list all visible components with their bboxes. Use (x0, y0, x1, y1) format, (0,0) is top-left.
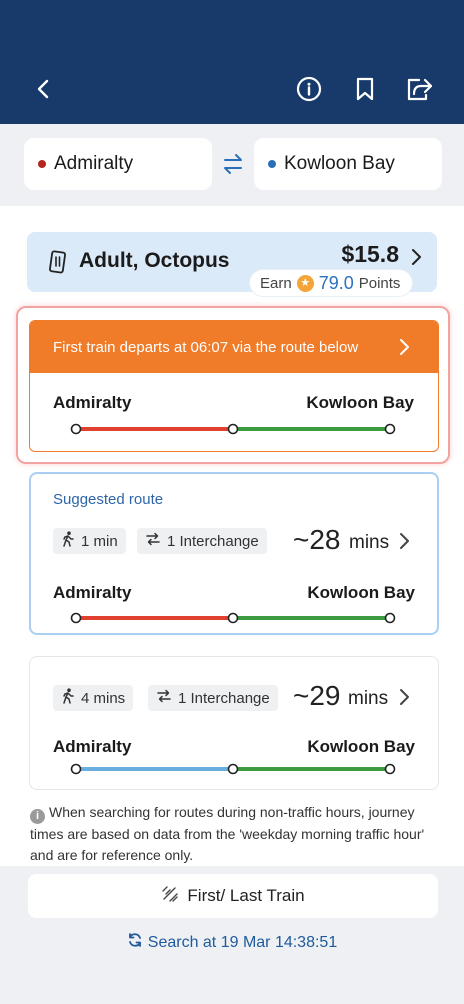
fare-price: $15.8 (341, 241, 399, 267)
walking-icon (61, 531, 75, 551)
points-label: Points (358, 274, 401, 292)
interchange-chip: 1 Interchange (148, 685, 278, 711)
first-last-label: First/ Last Train (187, 886, 305, 905)
route-line (70, 763, 396, 775)
train-clock-icon (161, 885, 179, 908)
journey-time-unit: mins (349, 532, 390, 553)
octopus-card-icon (47, 249, 69, 280)
reference-note: i When searching for routes during non-tr… (30, 802, 440, 866)
search-timestamp[interactable]: Search at 19 Mar 14:38:51 (0, 932, 464, 953)
interchange-count: 1 Interchange (178, 689, 270, 707)
first-train-banner[interactable]: First train departs at 06:07 via the rou… (30, 321, 438, 373)
star-icon: ★ (296, 274, 314, 292)
refresh-icon (127, 932, 143, 953)
first-train-card[interactable]: First train departs at 06:07 via the rou… (29, 320, 439, 452)
back-icon[interactable] (26, 72, 60, 106)
interchange-chip: 1 Interchange (137, 528, 267, 554)
points-value: 79.0 (318, 272, 354, 293)
bookmark-icon[interactable] (348, 72, 382, 106)
route-card-alt[interactable]: 4 mins 1 Interchange ~29 mins Admiralty … (29, 656, 439, 790)
chevron-right-icon (398, 688, 410, 711)
points-pill: Earn ★ 79.0 Points (250, 270, 413, 296)
interchange-count: 1 Interchange (167, 532, 259, 550)
walk-time: 1 min (81, 532, 118, 550)
first-train-text: First train departs at 06:07 via the rou… (53, 338, 359, 356)
bottom-bar: First/ Last Train Search at 19 Mar 14:38… (0, 866, 464, 1004)
share-icon[interactable] (402, 72, 436, 106)
walking-icon (61, 688, 75, 708)
route-from-label: Admiralty (53, 737, 132, 756)
main-content: Adult, Octopus $15.8 Earn ★ 79.0 Points … (0, 206, 464, 866)
journey-time: ~29 (293, 680, 341, 711)
earn-label: Earn (260, 274, 292, 292)
destination-field[interactable]: Kowloon Bay (254, 138, 442, 190)
chevron-right-icon (398, 532, 410, 555)
search-at-text: Search at 19 Mar 14:38:51 (147, 933, 338, 951)
route-from-label: Admiralty (53, 393, 132, 412)
interchange-icon (156, 689, 172, 707)
route-from-label: Admiralty (53, 583, 132, 602)
route-to-label: Kowloon Bay (307, 737, 415, 756)
walk-chip: 1 min (53, 528, 126, 554)
first-last-train-button[interactable]: First/ Last Train (28, 874, 438, 918)
note-text: When searching for routes during non-tra… (30, 804, 425, 863)
route-to-label: Kowloon Bay (306, 393, 414, 412)
fare-type: Adult, Octopus (79, 249, 230, 272)
origin-dot (38, 160, 46, 168)
origin-label: Admiralty (54, 153, 134, 174)
walk-chip: 4 mins (53, 685, 134, 711)
journey-time: ~28 (293, 524, 341, 555)
swap-icon[interactable] (220, 151, 246, 177)
header-bar (0, 0, 464, 124)
info-icon: i (30, 809, 45, 824)
chevron-right-icon (410, 248, 422, 271)
station-bar: Admiralty Kowloon Bay (0, 124, 464, 206)
interchange-icon (145, 532, 161, 550)
journey-time-unit: mins (348, 688, 389, 709)
origin-field[interactable]: Admiralty (24, 138, 212, 190)
route-to-label: Kowloon Bay (307, 583, 415, 602)
suggested-route-label: Suggested route (53, 491, 164, 508)
info-icon[interactable] (292, 72, 326, 106)
destination-dot (268, 160, 276, 168)
chevron-right-icon (398, 338, 410, 360)
route-line (70, 612, 396, 624)
route-line (70, 423, 396, 435)
route-card-suggested[interactable]: Suggested route 1 min 1 Interchange ~28 … (29, 472, 439, 635)
destination-label: Kowloon Bay (284, 153, 395, 174)
walk-time: 4 mins (81, 689, 126, 707)
